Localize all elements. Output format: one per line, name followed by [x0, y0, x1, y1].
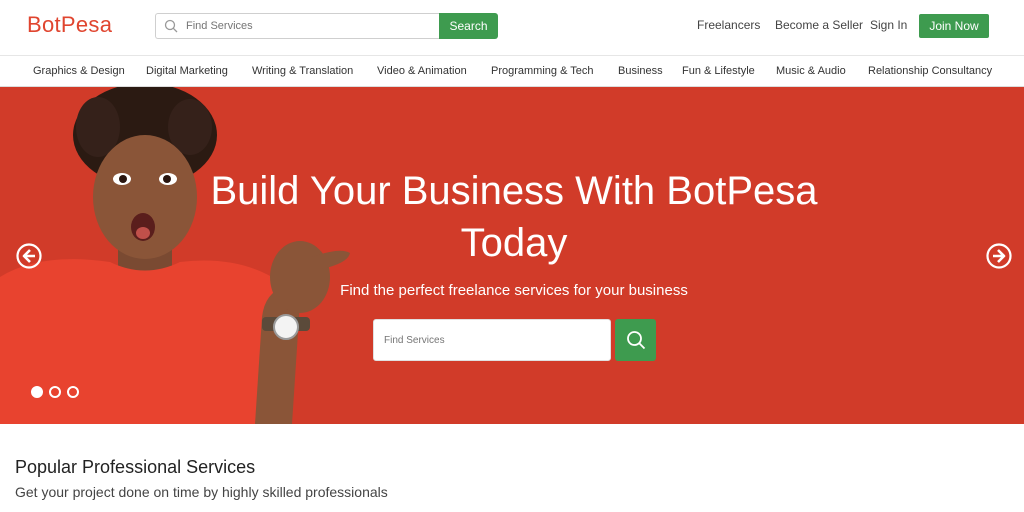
carousel-dot-2[interactable]	[49, 386, 61, 398]
category-graphics-design[interactable]: Graphics & Design	[33, 65, 125, 77]
carousel-dot-3[interactable]	[67, 386, 79, 398]
header-search: Search	[155, 13, 498, 39]
hero-search-button[interactable]	[615, 319, 656, 361]
section-subtitle: Get your project done on time by highly …	[15, 484, 388, 500]
hero-search-input[interactable]	[374, 320, 610, 360]
nav-become-seller[interactable]: Become a Seller	[775, 18, 863, 32]
category-programming-tech[interactable]: Programming & Tech	[491, 65, 594, 77]
nav-sign-in[interactable]: Sign In	[870, 18, 907, 32]
category-fun-lifestyle[interactable]: Fun & Lifestyle	[682, 65, 755, 77]
carousel-dot-1[interactable]	[31, 386, 43, 398]
nav-freelancers[interactable]: Freelancers	[697, 18, 760, 32]
header-search-button[interactable]: Search	[439, 13, 498, 39]
hero-search-box	[373, 319, 611, 361]
category-video-animation[interactable]: Video & Animation	[377, 65, 467, 77]
hero-title: Build Your Business With BotPesa Today	[150, 165, 878, 269]
arrow-right-icon[interactable]	[986, 243, 1012, 269]
carousel-dots	[31, 386, 79, 398]
arrow-left-icon[interactable]	[16, 243, 42, 269]
category-writing-translation[interactable]: Writing & Translation	[252, 65, 353, 77]
hero-title-line2: Today	[460, 221, 568, 265]
search-icon	[626, 331, 645, 350]
category-digital-marketing[interactable]: Digital Marketing	[146, 65, 228, 77]
header-search-box	[155, 13, 439, 39]
category-relationship-consultancy[interactable]: Relationship Consultancy	[868, 65, 992, 77]
search-icon	[164, 19, 178, 38]
hero-title-line1: Build Your Business With BotPesa	[210, 169, 818, 213]
logo[interactable]: BotPesa	[27, 12, 112, 38]
hero-subtitle: Find the perfect freelance services for …	[340, 282, 688, 299]
category-business[interactable]: Business	[618, 65, 663, 77]
category-bar: Graphics & Design Digital Marketing Writ…	[0, 56, 1024, 87]
section-title: Popular Professional Services	[15, 457, 256, 477]
join-now-button[interactable]: Join Now	[919, 14, 989, 38]
top-header: BotPesa Search Freelancers Become a Sell…	[0, 0, 1024, 56]
category-music-audio[interactable]: Music & Audio	[776, 65, 846, 77]
hero-banner: Build Your Business With BotPesa Today F…	[0, 87, 1024, 424]
header-search-input[interactable]	[186, 14, 434, 38]
